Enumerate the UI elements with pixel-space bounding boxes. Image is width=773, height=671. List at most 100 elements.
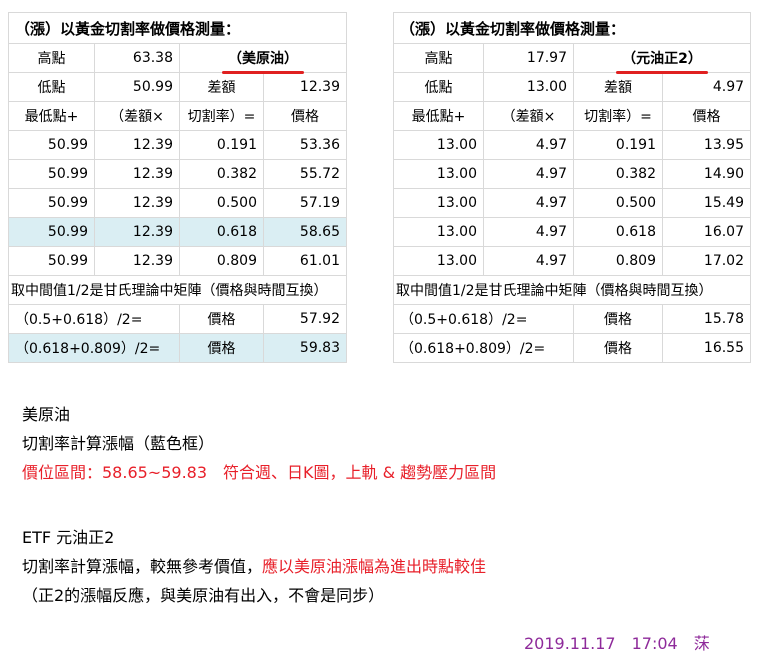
mid-row: （0.5+0.618）/2= 價格 57.92 bbox=[8, 304, 348, 334]
table-row-highlighted: 50.99 12.39 0.618 58.65 bbox=[8, 217, 348, 247]
cell-ratio: 0.809 bbox=[573, 246, 663, 276]
cell-price: 55.72 bbox=[262, 159, 348, 189]
table-row: 13.00 4.97 0.618 16.07 bbox=[393, 217, 752, 247]
mid-formula: （0.618+0.809）/2= bbox=[8, 333, 180, 363]
mid-label: 價格 bbox=[573, 304, 663, 334]
gann-note: 取中間值1/2是甘氏理論中矩陣（價格與時間互換） bbox=[392, 275, 752, 305]
cell-diff: 12.39 bbox=[94, 159, 180, 189]
cell-ratio: 0.618 bbox=[573, 217, 663, 247]
cell-ratio: 0.382 bbox=[179, 159, 264, 189]
cell-ratio: 0.500 bbox=[179, 188, 264, 218]
table-row: 13.00 4.97 0.809 17.02 bbox=[393, 246, 752, 276]
product-name: （元油正2） bbox=[616, 48, 708, 74]
oil-line-1: 切割率計算漲幅（藍色框） bbox=[22, 434, 215, 453]
cell-low: 50.99 bbox=[8, 217, 95, 247]
cell-price: 16.07 bbox=[661, 217, 752, 247]
left-fibonacci-table: （漲）以黃金切割率做價格測量： 高點 63.38 （美原油） 低點 50.99 … bbox=[7, 12, 348, 363]
cell-low: 13.00 bbox=[393, 159, 484, 189]
cell-ratio: 0.191 bbox=[179, 130, 264, 160]
cell-low: 50.99 bbox=[8, 246, 95, 276]
diff-value: 12.39 bbox=[262, 72, 348, 102]
cell-price: 15.49 bbox=[661, 188, 752, 218]
cell-low: 50.99 bbox=[8, 159, 95, 189]
red-underline bbox=[222, 71, 304, 74]
header-diff: （差額× bbox=[483, 101, 574, 131]
cell-low: 13.00 bbox=[393, 188, 484, 218]
mid-formula: （0.618+0.809）/2= bbox=[393, 333, 574, 363]
cell-price: 57.19 bbox=[262, 188, 348, 218]
right-table-title: （漲）以黃金切割率做價格測量： bbox=[392, 12, 752, 44]
right-fibonacci-table: （漲）以黃金切割率做價格測量： 高點 17.97 （元油正2） 低點 13.00… bbox=[392, 12, 752, 363]
date-signature: 2019.11.17 17:04 莯 bbox=[524, 634, 710, 653]
cell-diff: 12.39 bbox=[94, 188, 180, 218]
header-ratio: 切割率）= bbox=[179, 101, 264, 131]
cell-ratio: 0.191 bbox=[573, 130, 663, 160]
cell-ratio: 0.500 bbox=[573, 188, 663, 218]
cell-ratio: 0.809 bbox=[179, 246, 264, 276]
table-row: 50.99 12.39 0.500 57.19 bbox=[8, 188, 348, 218]
table-row: 50.99 12.39 0.191 53.36 bbox=[8, 130, 348, 160]
mid-value: 15.78 bbox=[661, 304, 752, 334]
diff-label: 差額 bbox=[573, 72, 663, 102]
table-row: 50.99 12.39 0.382 55.72 bbox=[8, 159, 348, 189]
mid-formula: （0.5+0.618）/2= bbox=[8, 304, 180, 334]
header-ratio: 切割率）= bbox=[573, 101, 663, 131]
product-name-cell: （元油正2） bbox=[572, 43, 752, 74]
product-name: （美原油） bbox=[222, 48, 304, 74]
cell-low: 13.00 bbox=[393, 217, 484, 247]
product-name-cell: （美原油） bbox=[178, 43, 348, 74]
oil-heading: 美原油 bbox=[22, 405, 71, 424]
left-calc-panel: （漲）以黃金切割率做價格測量： 高點 63.38 （美原油） 低點 50.99 … bbox=[7, 12, 348, 363]
mid-row: （0.618+0.809）/2= 價格 16.55 bbox=[393, 333, 752, 363]
high-value: 63.38 bbox=[94, 43, 180, 73]
cell-diff: 4.97 bbox=[483, 246, 574, 276]
cell-ratio: 0.618 bbox=[179, 217, 264, 247]
table-row: 13.00 4.97 0.382 14.90 bbox=[393, 159, 752, 189]
cell-price: 61.01 bbox=[262, 246, 348, 276]
left-table-title: （漲）以黃金切割率做價格測量： bbox=[7, 12, 348, 44]
table-row: 50.99 12.39 0.809 61.01 bbox=[8, 246, 348, 276]
cell-low: 13.00 bbox=[393, 130, 484, 160]
high-label: 高點 bbox=[8, 43, 95, 73]
mid-label: 價格 bbox=[179, 304, 264, 334]
gann-note: 取中間值1/2是甘氏理論中矩陣（價格與時間互換） bbox=[7, 275, 348, 305]
mid-value: 57.92 bbox=[262, 304, 348, 334]
mid-value: 59.83 bbox=[262, 333, 348, 363]
red-underline bbox=[616, 71, 708, 74]
cell-diff: 4.97 bbox=[483, 188, 574, 218]
cell-diff: 12.39 bbox=[94, 217, 180, 247]
mid-value: 16.55 bbox=[661, 333, 752, 363]
mid-row: （0.5+0.618）/2= 價格 15.78 bbox=[393, 304, 752, 334]
high-label: 高點 bbox=[393, 43, 484, 73]
etf-line-1-red: 應以美原油漲幅為進出時點較佳 bbox=[262, 557, 487, 576]
header-low-plus: 最低點+ bbox=[393, 101, 484, 131]
cell-price: 13.95 bbox=[661, 130, 752, 160]
cell-diff: 4.97 bbox=[483, 217, 574, 247]
diff-value: 4.97 bbox=[661, 72, 752, 102]
cell-price: 58.65 bbox=[262, 217, 348, 247]
low-value: 13.00 bbox=[483, 72, 574, 102]
cell-low: 50.99 bbox=[8, 188, 95, 218]
cell-low: 13.00 bbox=[393, 246, 484, 276]
mid-row-highlighted: （0.618+0.809）/2= 價格 59.83 bbox=[8, 333, 348, 363]
cell-price: 17.02 bbox=[661, 246, 752, 276]
header-low-plus: 最低點+ bbox=[8, 101, 95, 131]
cell-diff: 12.39 bbox=[94, 130, 180, 160]
oil-line-2: 價位區間：58.65~59.83 符合週、日K圖，上軌 & 趨勢壓力區間 bbox=[22, 463, 497, 482]
cell-price: 14.90 bbox=[661, 159, 752, 189]
etf-heading: ETF 元油正2 bbox=[22, 528, 115, 547]
table-row: 13.00 4.97 0.191 13.95 bbox=[393, 130, 752, 160]
header-diff: （差額× bbox=[94, 101, 180, 131]
etf-line-1: 切割率計算漲幅，較無參考價值，應以美原油漲幅為進出時點較佳 bbox=[22, 552, 496, 581]
cell-low: 50.99 bbox=[8, 130, 95, 160]
low-label: 低點 bbox=[393, 72, 484, 102]
right-calc-panel: （漲）以黃金切割率做價格測量： 高點 17.97 （元油正2） 低點 13.00… bbox=[392, 12, 752, 363]
cell-ratio: 0.382 bbox=[573, 159, 663, 189]
header-price: 價格 bbox=[262, 101, 348, 131]
high-value: 17.97 bbox=[483, 43, 574, 73]
etf-line-2: （正2的漲幅反應，與美原油有出入，不會是同步） bbox=[22, 586, 385, 605]
mid-label: 價格 bbox=[179, 333, 264, 363]
mid-formula: （0.5+0.618）/2= bbox=[393, 304, 574, 334]
mid-label: 價格 bbox=[573, 333, 663, 363]
header-price: 價格 bbox=[661, 101, 752, 131]
